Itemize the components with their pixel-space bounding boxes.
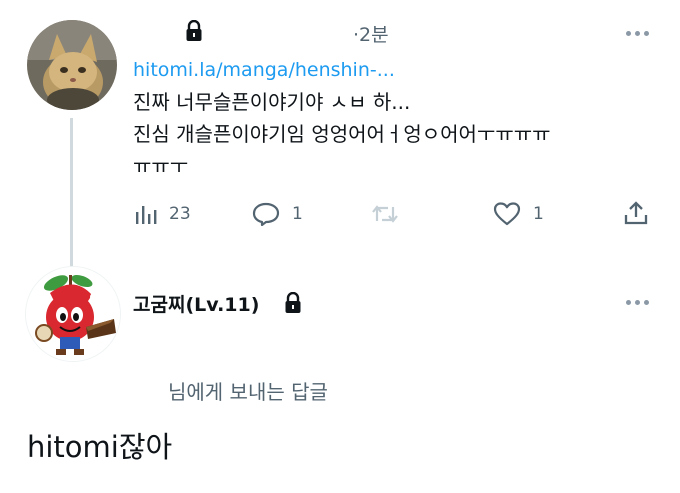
tweet-line-2: 진심 개슬픈이야기임 엉엉어어ㅓ엉ㅇ어어ㅜㅠㅠㅠ: [133, 122, 551, 146]
reply-author-name[interactable]: 고굼찌(Lv.11): [133, 290, 259, 317]
share-button[interactable]: [623, 200, 649, 226]
more-icon-dot: [635, 31, 640, 36]
like-count: 1: [533, 204, 544, 224]
more-icon-dot: [644, 300, 649, 305]
tweet-line-1: 진짜 너무슬픈이야기야 ㅅㅂ 하...: [133, 90, 411, 114]
reply-lock-icon: [284, 291, 302, 314]
tweet-avatar[interactable]: [27, 20, 117, 110]
more-icon-dot: [626, 300, 631, 305]
tweet-link[interactable]: hitomi.la/manga/henshin-...: [133, 59, 395, 81]
reply-count: 1: [292, 204, 303, 224]
more-icon-dot: [626, 31, 631, 36]
reply-more-button[interactable]: [626, 300, 649, 305]
cat-avatar-image: [27, 20, 117, 110]
tweet-more-button[interactable]: [626, 31, 649, 36]
reply-icon: [252, 202, 280, 226]
reply-compose-input[interactable]: hitomi잖아: [27, 424, 172, 466]
reply-button[interactable]: 1: [252, 202, 303, 226]
more-icon-dot: [644, 31, 649, 36]
thread-line: [70, 118, 73, 268]
retweet-button[interactable]: [370, 202, 400, 226]
tweet-line-3: ㅠㅠㅜ: [133, 154, 189, 178]
more-icon-dot: [635, 300, 640, 305]
apple-mascot-image: [26, 267, 120, 361]
views-count: 23: [169, 204, 191, 224]
lock-icon: [186, 19, 202, 41]
lock-icon: [285, 291, 301, 313]
replying-to-label: 님에게 보내는 답글: [168, 380, 328, 404]
tweet-lock-icon: [185, 19, 203, 42]
share-icon: [624, 201, 648, 225]
like-button[interactable]: 1: [493, 202, 544, 226]
views-icon: [136, 206, 157, 224]
like-icon: [493, 202, 521, 226]
views-button[interactable]: 23: [133, 202, 191, 226]
retweet-icon: [372, 205, 398, 223]
tweet-time[interactable]: ·2분: [353, 20, 389, 47]
reply-avatar[interactable]: [25, 266, 121, 362]
